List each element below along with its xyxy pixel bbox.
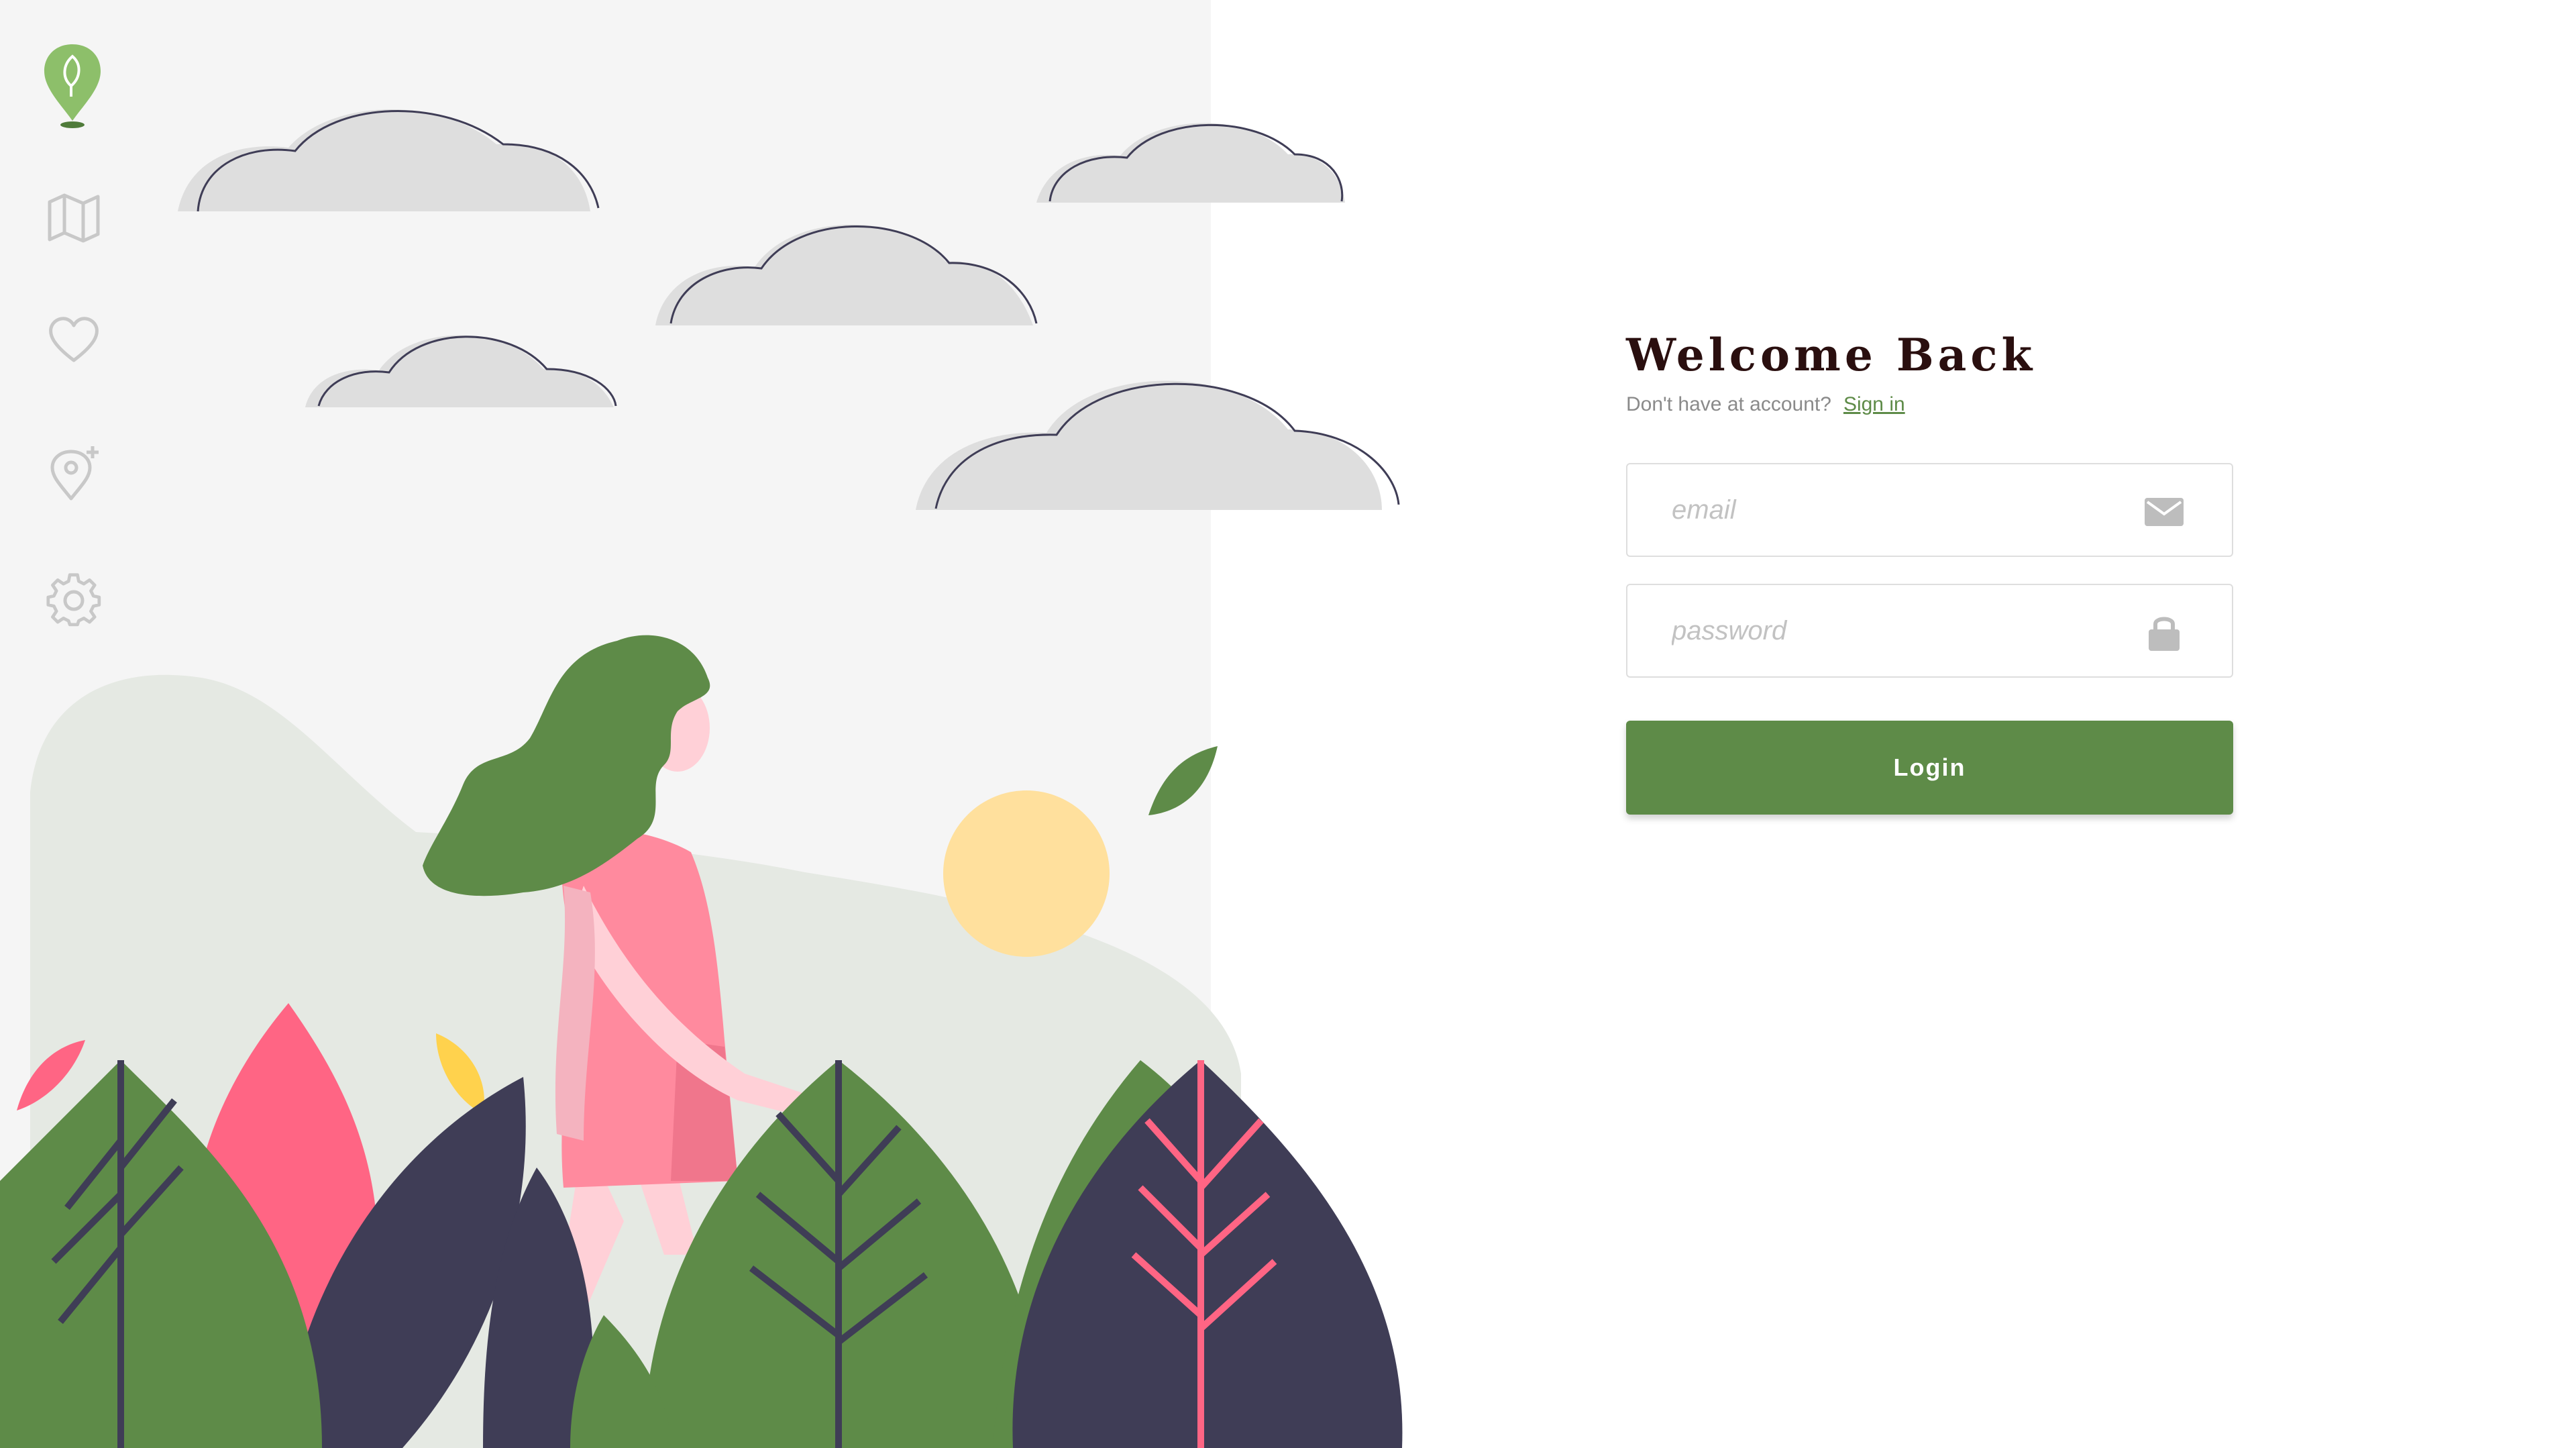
settings-icon [46,573,101,627]
signup-prompt: Don't have at account? Sign in [1626,393,2233,416]
email-field[interactable] [1627,464,2141,556]
sun [943,790,1110,957]
password-field[interactable] [1627,585,2141,676]
no-account-text: Don't have at account? [1626,393,1831,415]
sidebar-item-favorites[interactable] [37,302,111,376]
leaf-pin-logo [44,44,101,128]
page-title: Welcome Back [1626,329,2037,381]
sidebar-item-add-location[interactable] [37,436,111,510]
login-button[interactable]: Login [1626,721,2233,815]
cloud [916,380,1382,510]
lock-icon [2149,617,2180,651]
sidebar [0,0,148,671]
cloud [178,109,590,211]
add-location-icon [50,446,99,501]
sidebar-item-settings[interactable] [37,564,111,637]
sidebar-item-map[interactable] [37,181,111,255]
sign-in-link[interactable]: Sign in [1843,393,1905,415]
hero-illustration [0,109,1403,1448]
envelope-icon [2145,498,2184,526]
map-icon [48,193,100,243]
login-form: Welcome Back Don't have at account? Sign … [1626,329,2233,815]
email-field-container [1626,463,2233,557]
floating-leaf [1148,746,1218,815]
password-field-container [1626,584,2233,678]
heart-icon [49,317,99,362]
